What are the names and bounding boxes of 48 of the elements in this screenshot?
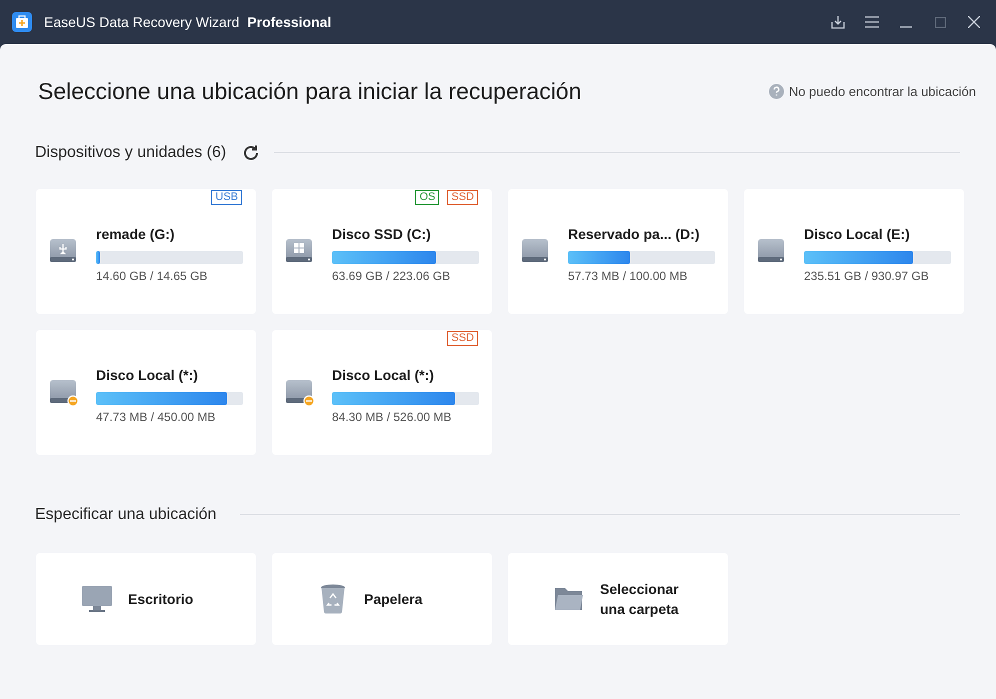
drive-usage: 63.69 GB / 223.06 GB — [332, 268, 452, 284]
drive-tag: USB — [211, 190, 242, 204]
drive-name: Disco SSD (C:) — [332, 224, 432, 244]
help-link[interactable]: No puedo encontrar la ubicación — [768, 82, 976, 101]
app-logo-icon — [12, 12, 32, 32]
drive-card[interactable]: Reservado pa... (D:) 57.73 MB / 100.00 MB — [508, 188, 728, 314]
drive-name: Disco Local (*:) — [96, 366, 199, 385]
drive-usage: 47.73 MB / 450.00 MB — [96, 408, 216, 426]
drive-card[interactable]: Disco Local (E:) 235.51 GB / 930.97 GB — [744, 188, 964, 314]
location-card[interactable]: Escritorio — [36, 552, 256, 644]
drive-name: remade (G:) — [96, 224, 176, 244]
location-card[interactable]: Seleccionar una carpeta — [508, 552, 728, 644]
folder-icon — [554, 586, 584, 612]
maximize-icon — [934, 16, 946, 28]
download-icon — [831, 15, 845, 29]
location-card[interactable]: Papelera — [272, 552, 492, 644]
drive-card[interactable]: OS SSD Disco SSD (C:) 63.69 GB / 223.06 GB — [272, 188, 492, 314]
section-title: Especificar una ubicación — [35, 504, 216, 524]
drive-tag: SSD — [447, 190, 478, 204]
recycle-bin-icon — [320, 584, 346, 614]
drive-name: Disco Local (E:) — [804, 224, 911, 244]
location-name: Escritorio — [128, 590, 194, 608]
location-name: Seleccionar una carpeta — [600, 580, 680, 618]
location-name: Papelera — [364, 590, 424, 608]
monitor-icon — [81, 584, 113, 612]
minimize-icon — [900, 26, 912, 28]
drive-name: Reservado pa... (D:) — [568, 224, 700, 244]
page-heading: Seleccione una ubicación para iniciar la recuperación — [38, 77, 582, 106]
drive-tag: SSD — [447, 330, 478, 346]
drive-card[interactable]: SSD Disco Local (*:) 84.30 MB / 526.00 MB — [272, 330, 492, 454]
drive-usage: 57.73 MB / 100.00 MB — [568, 268, 688, 284]
close-icon — [968, 16, 980, 28]
drive-name: Disco Local (*:) — [332, 366, 435, 385]
drive-card[interactable]: Disco Local (*:) 47.73 MB / 450.00 MB — [36, 330, 256, 454]
menu-icon — [865, 16, 879, 28]
help-icon — [768, 84, 784, 99]
drive-card[interactable]: USB remade (G:) 14.60 GB / 14.65 GB — [36, 188, 256, 314]
drive-warning-icon — [285, 377, 315, 407]
edition-label: Professional — [247, 12, 332, 32]
drive-usage: 84.30 MB / 526.00 MB — [332, 408, 452, 426]
refresh-icon — [242, 144, 260, 162]
drive-tag: OS — [415, 190, 440, 204]
window-title: EaseUS Data Recovery Wizard — [44, 12, 240, 32]
refresh-button[interactable] — [242, 144, 260, 162]
drive-warning-icon — [49, 377, 79, 407]
drive-usage: 14.60 GB / 14.65 GB — [96, 268, 208, 284]
drive-usage: 235.51 GB / 930.97 GB — [804, 268, 930, 284]
section-title: Dispositivos y unidades (6) — [35, 142, 226, 162]
